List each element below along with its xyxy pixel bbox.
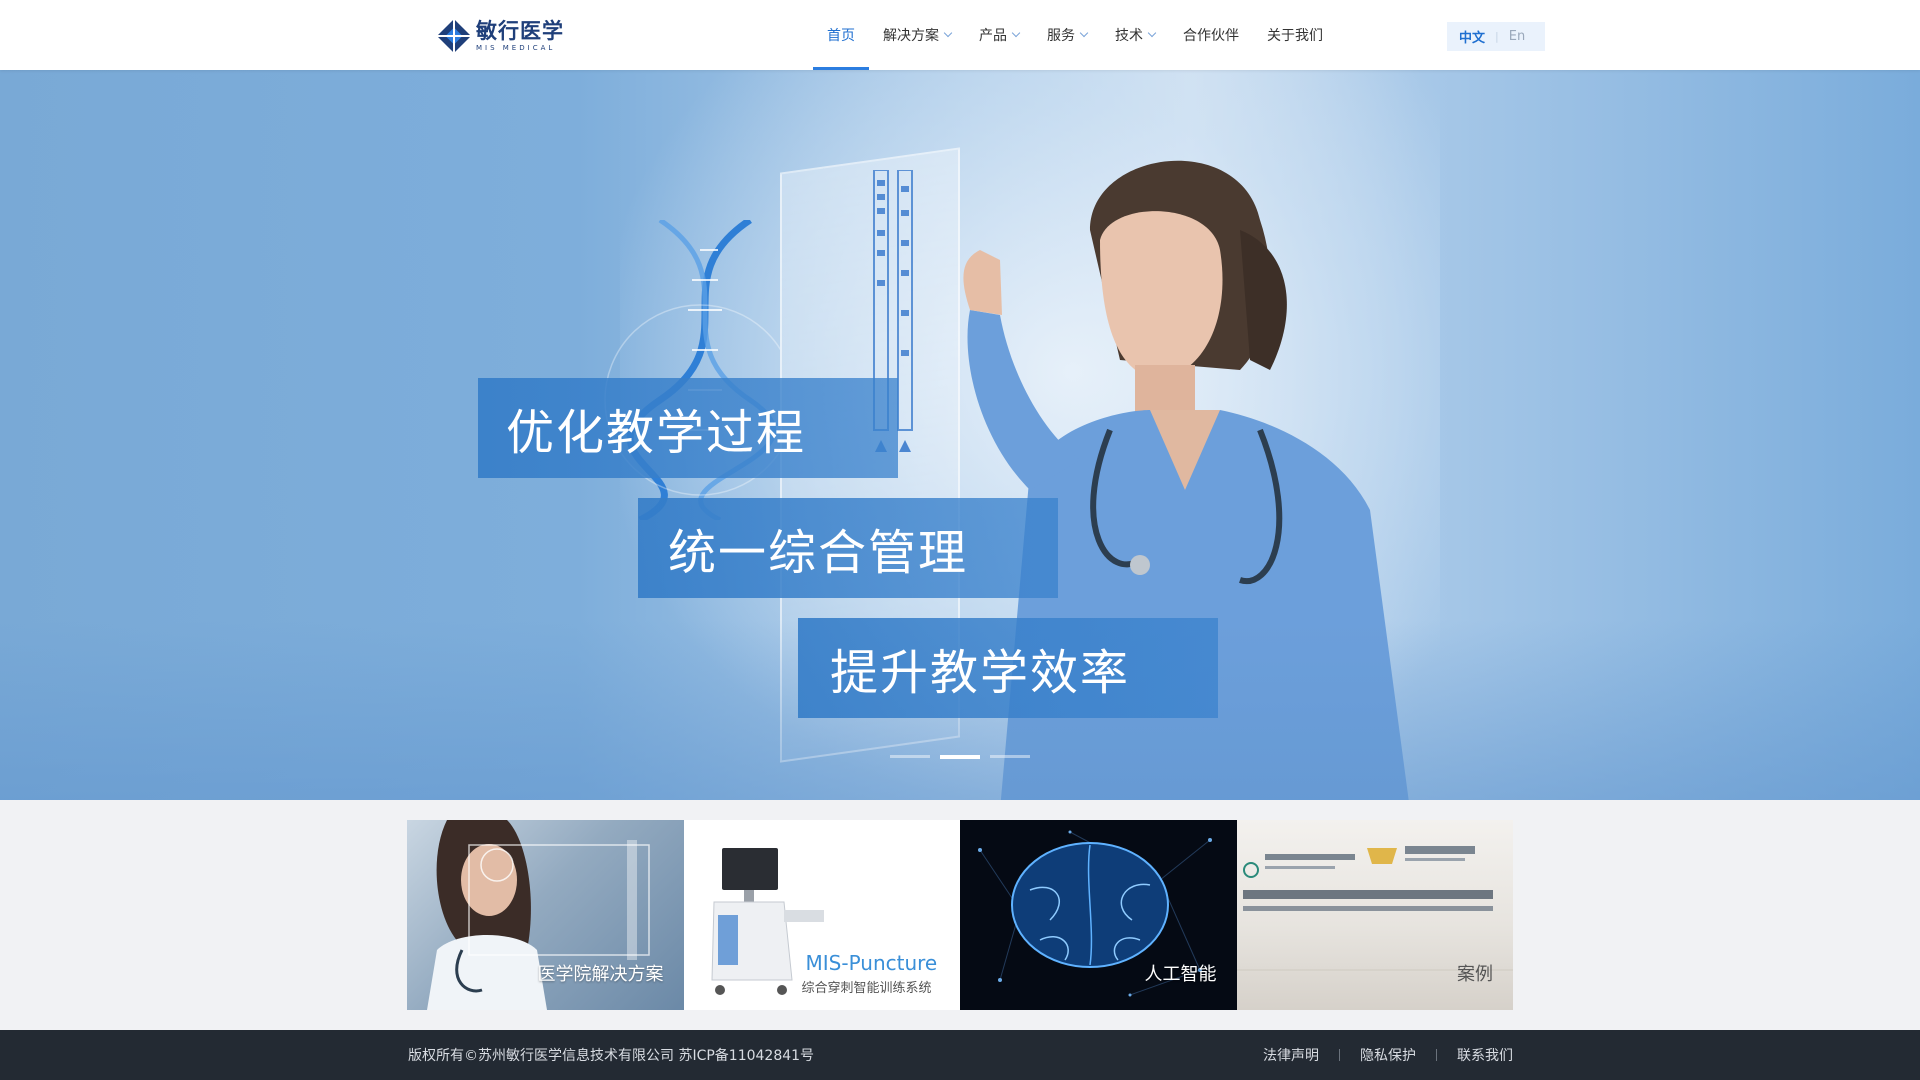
carousel-dot[interactable] — [990, 755, 1030, 758]
footer-link-legal[interactable]: 法律声明 — [1263, 1045, 1319, 1065]
nav-item-label: 首页 — [827, 28, 855, 44]
footer-divider — [1339, 1049, 1340, 1061]
card-label: 案例 — [1457, 964, 1493, 985]
logo-mark-icon — [438, 20, 470, 52]
nav-item-about[interactable]: 关于我们 — [1253, 0, 1337, 70]
card-artificial-intelligence[interactable]: 人工智能 — [960, 820, 1237, 1010]
hero-banner: 优化教学过程 统一综合管理 提升教学效率 — [0, 70, 1920, 800]
hero-slogan: 优化教学过程 — [478, 378, 898, 478]
nav-item-home[interactable]: 首页 — [813, 0, 869, 70]
card-label: 人工智能 — [1144, 964, 1217, 985]
main-nav: 首页 解决方案 产品 服务 技术 合作伙伴 关于我们 — [813, 0, 1337, 70]
nav-item-products[interactable]: 产品 — [965, 0, 1033, 70]
nav-item-label: 技术 — [1115, 28, 1143, 44]
nav-item-solutions[interactable]: 解决方案 — [869, 0, 965, 70]
feature-cards: 医学院解决方案 MIS-Puncture 综合穿刺智能训练系统 人工智能 案例 — [407, 820, 1513, 1010]
card-label: 医学院解决方案 — [537, 964, 664, 985]
footer-link-contact[interactable]: 联系我们 — [1457, 1045, 1513, 1065]
footer-link-privacy[interactable]: 隐私保护 — [1360, 1045, 1416, 1065]
lang-option-cn[interactable]: 中文 — [1459, 27, 1485, 46]
lang-separator: | — [1495, 30, 1499, 43]
chevron-down-icon — [1011, 28, 1021, 38]
hero-slogan: 提升教学效率 — [798, 618, 1218, 718]
nav-item-label: 解决方案 — [883, 28, 939, 44]
chevron-down-icon — [1147, 28, 1157, 38]
nav-item-label: 合作伙伴 — [1183, 28, 1239, 44]
nav-item-label: 产品 — [979, 28, 1007, 44]
card-subtitle: 综合穿刺智能训练系统 — [801, 981, 932, 996]
copyright-text: 版权所有©苏州敏行医学信息技术有限公司 苏ICP备11042841号 — [408, 1048, 815, 1064]
footer-links: 法律声明 隐私保护 联系我们 — [1263, 1030, 1513, 1080]
nav-item-label: 服务 — [1047, 28, 1075, 44]
chevron-down-icon — [1079, 28, 1089, 38]
nav-item-technology[interactable]: 技术 — [1101, 0, 1169, 70]
hero-slogan: 统一综合管理 — [638, 498, 1058, 598]
language-switcher: 中文 | En — [1447, 22, 1545, 51]
chevron-down-icon — [943, 28, 953, 38]
nav-item-services[interactable]: 服务 — [1033, 0, 1101, 70]
nav-item-label: 关于我们 — [1267, 28, 1323, 44]
footer-divider — [1436, 1049, 1437, 1061]
site-header: 敏行医学 MIS MEDICAL 首页 解决方案 产品 服务 技术 合作伙伴 关… — [0, 0, 1920, 70]
nav-item-partners[interactable]: 合作伙伴 — [1169, 0, 1253, 70]
carousel-indicators — [890, 755, 1030, 759]
brand-name-cn: 敏行医学 — [476, 18, 564, 43]
carousel-dot[interactable] — [890, 755, 930, 758]
card-medical-school-solution[interactable]: 医学院解决方案 — [407, 820, 684, 1010]
card-cases[interactable]: 案例 — [1236, 820, 1513, 1010]
brand-name-en: MIS MEDICAL — [476, 43, 556, 52]
site-footer: 版权所有©苏州敏行医学信息技术有限公司 苏ICP备11042841号 法律声明 … — [0, 1030, 1920, 1080]
lang-option-en[interactable]: En — [1509, 29, 1525, 44]
card-mis-puncture[interactable]: MIS-Puncture 综合穿刺智能训练系统 — [683, 820, 960, 1010]
card-title: MIS-Puncture — [805, 951, 938, 975]
carousel-dot-active[interactable] — [940, 755, 980, 759]
brand-logo[interactable]: 敏行医学 MIS MEDICAL — [438, 18, 564, 54]
